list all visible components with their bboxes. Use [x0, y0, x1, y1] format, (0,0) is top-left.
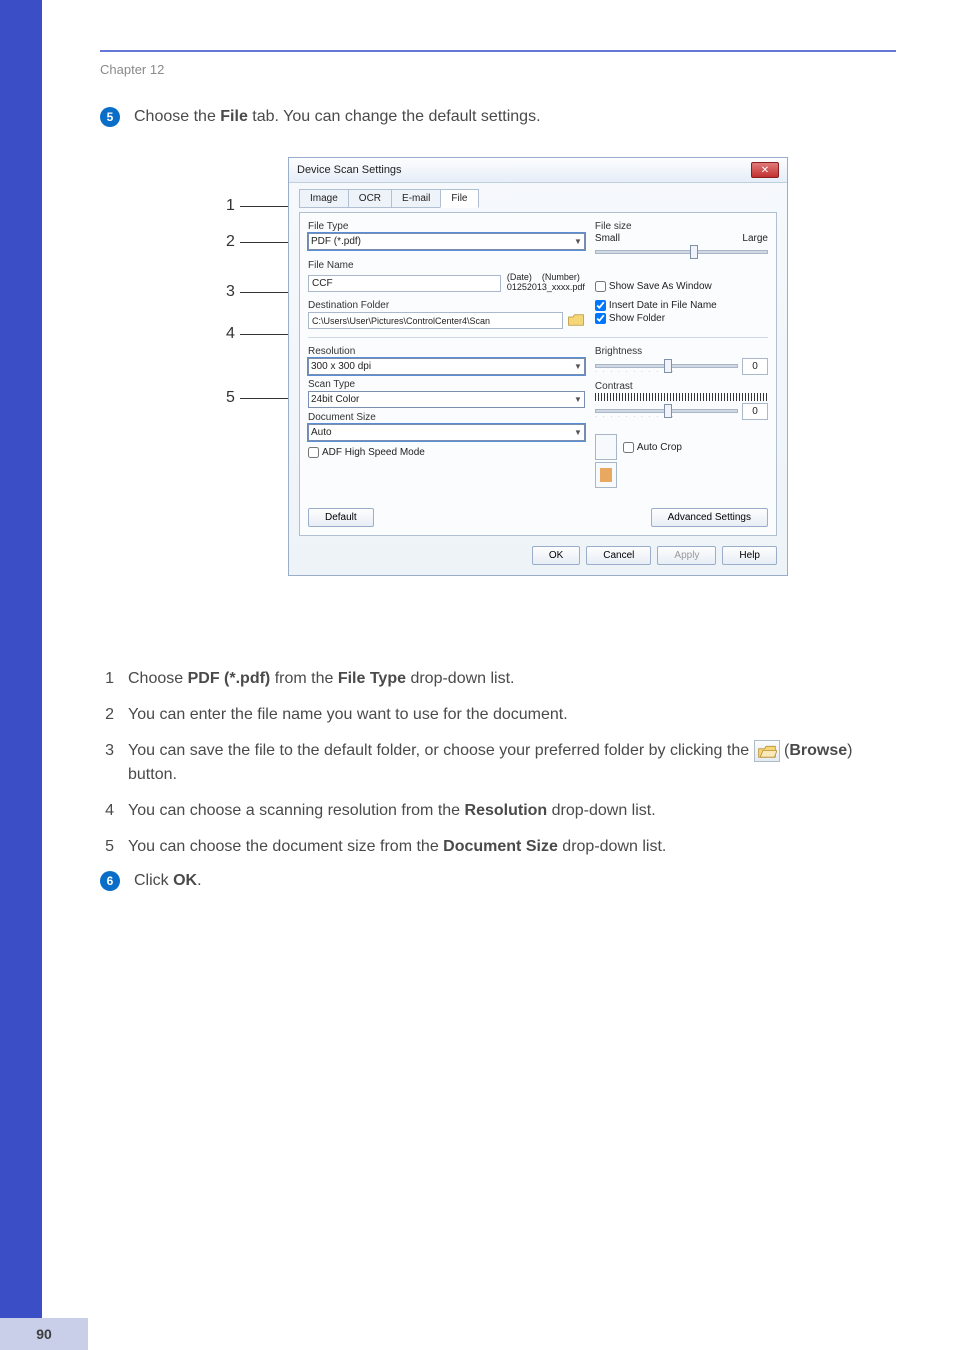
destination-folder-input[interactable]: C:\Users\User\Pictures\ControlCenter4\Sc…	[308, 312, 563, 329]
file-type-label: File Type	[308, 221, 585, 232]
list-text-3: You can save the file to the default fol…	[128, 739, 896, 787]
brightness-value[interactable]: 0	[742, 358, 768, 375]
crop-preview-2-icon	[595, 462, 617, 488]
resolution-label: Resolution	[308, 346, 585, 357]
step-6-text: Click OK.	[134, 872, 896, 890]
help-button[interactable]: Help	[722, 546, 777, 565]
brightness-label: Brightness	[595, 346, 768, 357]
file-size-large: Large	[742, 233, 768, 244]
adf-high-speed-checkbox[interactable]: ADF High Speed Mode	[308, 447, 585, 458]
list-num-5: 5	[100, 835, 114, 859]
contrast-slider[interactable]	[595, 409, 738, 413]
page-number: 90	[0, 1318, 88, 1350]
callout-2: 2	[226, 233, 235, 251]
chevron-down-icon: ▼	[574, 237, 582, 246]
brightness-slider[interactable]	[595, 364, 738, 368]
tab-file[interactable]: File	[440, 189, 478, 208]
cancel-button[interactable]: Cancel	[586, 546, 651, 565]
file-name-input[interactable]: CCF	[308, 275, 501, 292]
browse-inline-icon	[754, 740, 780, 762]
resolution-dropdown[interactable]: 300 x 300 dpi▼	[308, 358, 585, 375]
file-type-dropdown[interactable]: PDF (*.pdf)▼	[308, 233, 585, 250]
close-icon[interactable]: ✕	[751, 162, 779, 178]
file-size-slider[interactable]	[595, 250, 768, 254]
list-num-1: 1	[100, 667, 114, 691]
list-num-4: 4	[100, 799, 114, 823]
browse-folder-icon[interactable]	[567, 312, 585, 328]
list-num-2: 2	[100, 703, 114, 727]
file-size-label: File size	[595, 221, 768, 232]
default-button[interactable]: Default	[308, 508, 374, 527]
date-sample: 01252013_xxxx.pdf	[507, 282, 585, 292]
insert-date-checkbox[interactable]: Insert Date in File Name	[595, 300, 768, 311]
document-size-dropdown[interactable]: Auto▼	[308, 424, 585, 441]
callout-1: 1	[226, 197, 235, 215]
callout-5: 5	[226, 389, 235, 407]
step-6-bullet: 6	[100, 871, 120, 891]
file-size-small: Small	[595, 233, 620, 244]
destination-folder-label: Destination Folder	[308, 300, 585, 311]
scan-type-label: Scan Type	[308, 379, 585, 390]
step-5-text: Choose the File tab. You can change the …	[134, 108, 896, 126]
contrast-label: Contrast	[595, 381, 768, 392]
device-scan-settings-dialog: Device Scan Settings ✕ Image OCR E-mail …	[288, 157, 788, 576]
dialog-title: Device Scan Settings	[297, 164, 402, 176]
date-label: (Date)	[507, 272, 532, 282]
show-folder-checkbox[interactable]: Show Folder	[595, 313, 768, 324]
ok-button[interactable]: OK	[532, 546, 580, 565]
file-name-label: File Name	[308, 260, 585, 271]
chapter-label: Chapter 12	[100, 62, 896, 77]
number-label: (Number)	[542, 272, 580, 282]
callout-4: 4	[226, 325, 235, 343]
apply-button[interactable]: Apply	[657, 546, 716, 565]
contrast-value[interactable]: 0	[742, 403, 768, 420]
chevron-down-icon: ▼	[574, 362, 582, 371]
list-text-4: You can choose a scanning resolution fro…	[128, 799, 896, 823]
crop-preview-1-icon	[595, 434, 617, 460]
tab-email[interactable]: E-mail	[391, 189, 441, 208]
advanced-settings-button[interactable]: Advanced Settings	[651, 508, 768, 527]
tab-image[interactable]: Image	[299, 189, 349, 208]
step-5-bullet: 5	[100, 107, 120, 127]
chevron-down-icon: ▼	[574, 395, 582, 404]
show-save-as-checkbox[interactable]: Show Save As Window	[595, 281, 712, 292]
tab-ocr[interactable]: OCR	[348, 189, 392, 208]
list-text-2: You can enter the file name you want to …	[128, 703, 896, 727]
list-text-1: Choose PDF (*.pdf) from the File Type dr…	[128, 667, 896, 691]
document-size-label: Document Size	[308, 412, 585, 423]
callout-3: 3	[226, 283, 235, 301]
chevron-down-icon: ▼	[574, 428, 582, 437]
list-text-5: You can choose the document size from th…	[128, 835, 896, 859]
list-num-3: 3	[100, 739, 114, 787]
auto-crop-checkbox[interactable]: Auto Crop	[623, 442, 682, 453]
scan-type-dropdown[interactable]: 24bit Color▼	[308, 391, 585, 408]
